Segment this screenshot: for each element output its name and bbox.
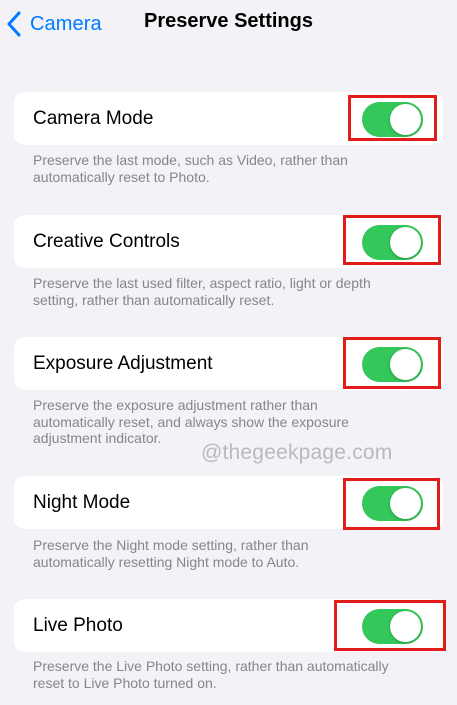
setting-label: Creative Controls	[33, 231, 180, 252]
footer-line: setting, rather than automatically reset…	[33, 291, 275, 308]
toggle-knob	[390, 349, 421, 380]
exposure-adjustment-toggle[interactable]	[362, 347, 423, 382]
navigation-bar: Camera Preserve Settings	[0, 0, 457, 50]
setting-footer-night-mode: Preserve the Night mode setting, rather …	[33, 537, 433, 570]
page-title: Preserve Settings	[144, 10, 313, 32]
camera-mode-toggle[interactable]	[362, 102, 423, 137]
setting-footer-creative-controls: Preserve the last used filter, aspect ra…	[33, 275, 433, 308]
footer-line: reset to Live Photo turned on.	[33, 674, 217, 691]
setting-label: Exposure Adjustment	[33, 353, 213, 374]
toggle-knob	[390, 227, 421, 258]
setting-label: Camera Mode	[33, 108, 154, 129]
setting-footer-live-photo: Preserve the Live Photo setting, rather …	[33, 658, 433, 691]
footer-line: Preserve the last used filter, aspect ra…	[33, 275, 371, 291]
setting-label: Night Mode	[33, 492, 131, 513]
footer-line: Preserve the last mode, such as Video, r…	[33, 152, 348, 168]
setting-row-creative-controls: Creative Controls	[14, 215, 443, 268]
toggle-knob	[390, 488, 421, 519]
setting-row-exposure-adjustment: Exposure Adjustment	[14, 337, 443, 390]
footer-line: Preserve the exposure adjustment rather …	[33, 397, 318, 413]
watermark: @thegeekpage.com	[201, 441, 393, 464]
footer-line: automatically resetting Night mode to Au…	[33, 553, 300, 570]
footer-line: automatically reset, and always show the…	[33, 413, 349, 430]
footer-line: Preserve the Live Photo setting, rather …	[33, 658, 389, 674]
setting-label: Live Photo	[33, 615, 123, 636]
setting-footer-camera-mode: Preserve the last mode, such as Video, r…	[33, 152, 433, 185]
setting-row-camera-mode: Camera Mode	[14, 92, 443, 145]
creative-controls-toggle[interactable]	[362, 225, 423, 260]
footer-line: automatically reset to Photo.	[33, 168, 210, 185]
setting-row-night-mode: Night Mode	[14, 476, 443, 529]
live-photo-toggle[interactable]	[362, 609, 423, 644]
setting-footer-exposure-adjustment: Preserve the exposure adjustment rather …	[33, 397, 433, 447]
toggle-knob	[390, 611, 421, 642]
footer-line: Preserve the Night mode setting, rather …	[33, 537, 309, 553]
toggle-knob	[390, 104, 421, 135]
night-mode-toggle[interactable]	[362, 486, 423, 521]
setting-row-live-photo: Live Photo	[14, 599, 443, 652]
